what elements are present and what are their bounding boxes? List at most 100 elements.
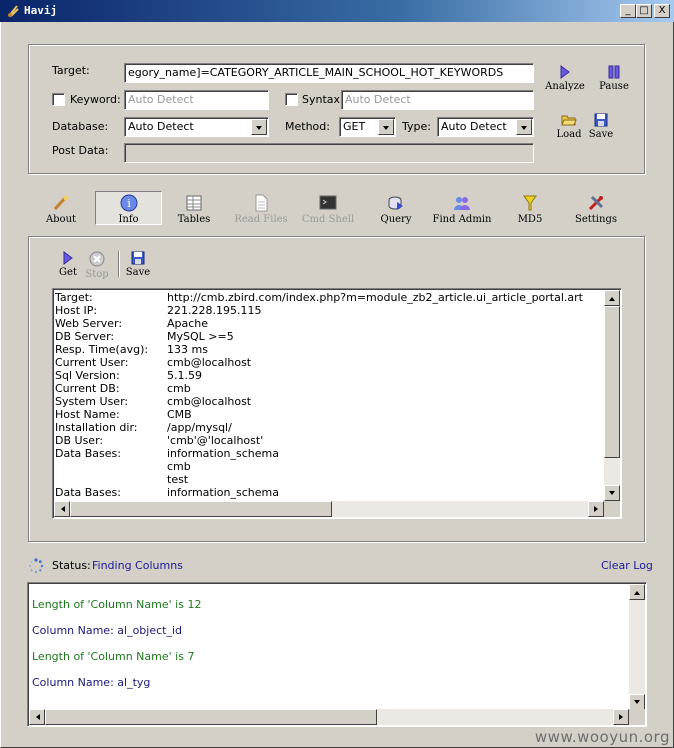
info-key: Data Bases: (55, 486, 121, 499)
analyze-button[interactable]: Analyze (542, 65, 588, 92)
scroll-corner (604, 501, 620, 517)
target-label: Target: (52, 64, 90, 77)
users-icon (454, 197, 470, 210)
scroll-down-icon[interactable] (629, 694, 645, 710)
database-select[interactable]: Auto Detect (124, 117, 269, 137)
scroll-down-icon[interactable] (604, 485, 620, 501)
toolbar-info[interactable]: i Info (95, 191, 162, 225)
scroll-corner (629, 709, 645, 725)
load-button[interactable]: Load (552, 113, 586, 140)
chevron-down-icon[interactable] (251, 119, 267, 135)
info-vscrollbar[interactable] (604, 290, 620, 501)
info-panel: Get Stop Save Target: http://cmb.zbird.co… (28, 236, 645, 542)
info-key: Target: (55, 291, 93, 304)
save-label: Save (588, 129, 614, 140)
info-key: Current User: (55, 356, 129, 369)
method-select[interactable]: GET (339, 117, 396, 137)
query-icon (388, 196, 403, 210)
toolbar-settings[interactable]: Settings (569, 194, 623, 225)
close-button[interactable]: X (654, 4, 670, 18)
watermark: www.wooyun.org (534, 728, 670, 746)
info-listbox[interactable]: Target: http://cmb.zbird.com/index.php?m=… (52, 288, 622, 519)
keyword-input[interactable]: Auto Detect (124, 90, 269, 110)
table-icon (186, 195, 202, 211)
scroll-thumb[interactable] (45, 709, 377, 725)
toolbar-about[interactable]: About (42, 194, 80, 225)
toolbar-separator (118, 251, 119, 277)
info-icon: i (120, 194, 137, 212)
read-files-label: Read Files (234, 214, 288, 225)
syntax-input[interactable]: Auto Detect (341, 90, 534, 110)
toolbar-read-files[interactable]: Read Files (228, 194, 294, 225)
scroll-right-icon[interactable] (613, 709, 629, 725)
pause-label: Pause (599, 81, 629, 92)
info-key: Data Bases: (55, 447, 121, 460)
info-value: cmb (167, 460, 191, 473)
log-vscrollbar[interactable] (629, 584, 645, 710)
log-line: Length of 'Column Name' is 7 (32, 650, 195, 663)
clear-log-link[interactable]: Clear Log (601, 559, 653, 572)
title-bar: Havij _ □ X (0, 0, 674, 22)
info-value: information_schema (167, 486, 279, 499)
type-select[interactable]: Auto Detect (437, 117, 534, 137)
get-label: Get (59, 267, 77, 278)
window-title: Havij (24, 4, 58, 17)
hash-icon (523, 195, 537, 211)
stop-button[interactable]: Stop (82, 251, 112, 280)
folder-open-icon (561, 115, 577, 126)
method-value: GET (343, 120, 366, 133)
load-label: Load (556, 129, 582, 140)
status-value: Finding Columns (92, 559, 183, 572)
maximize-button[interactable]: □ (636, 4, 652, 18)
info-value: 5.1.59 (167, 369, 202, 382)
type-value: Auto Detect (441, 120, 507, 133)
about-label: About (45, 214, 77, 225)
info-value: Apache (167, 317, 209, 330)
info-key: Sql Version: (55, 369, 120, 382)
minimize-button[interactable]: _ (620, 4, 636, 18)
chevron-down-icon[interactable] (516, 119, 532, 135)
info-value: CMB (167, 408, 192, 421)
scroll-up-icon[interactable] (604, 290, 620, 306)
scroll-right-icon[interactable] (588, 501, 604, 517)
post-data-label: Post Data: (52, 144, 109, 157)
get-button[interactable]: Get (54, 251, 82, 278)
target-input[interactable]: egory_name]=CATEGORY_ARTICLE_MAIN_SCHOOL… (124, 63, 534, 83)
post-data-input[interactable] (124, 143, 534, 163)
chevron-down-icon[interactable] (378, 119, 394, 135)
info-hscrollbar[interactable] (54, 501, 604, 517)
info-value: cmb@localhost (167, 395, 252, 408)
toolbar-md5[interactable]: MD5 (515, 194, 545, 225)
scroll-thumb[interactable] (70, 501, 332, 517)
terminal-icon (319, 195, 337, 210)
toolbar-find-admin[interactable]: Find Admin (428, 194, 496, 225)
type-label: Type: (402, 120, 431, 133)
database-label: Database: (52, 120, 109, 133)
info-key: Host IP: (55, 304, 98, 317)
log-line: Column Name: al_object_id (32, 624, 183, 637)
info-save-button[interactable]: Save (123, 251, 153, 278)
save-button[interactable]: Save (584, 113, 618, 140)
info-value: cmb (167, 382, 191, 395)
scroll-left-icon[interactable] (29, 709, 45, 725)
floppy-disk-icon (594, 113, 608, 127)
toolbar-cmd-shell[interactable]: Cmd Shell (298, 194, 358, 225)
log-hscrollbar[interactable] (29, 709, 629, 725)
find-admin-label: Find Admin (432, 214, 492, 225)
info-key: Resp. Time(avg): (55, 343, 149, 356)
pause-button[interactable]: Pause (594, 65, 634, 92)
log-line: Length of 'Column Name' is 12 (32, 598, 202, 611)
target-panel: Target: egory_name]=CATEGORY_ARTICLE_MAI… (28, 44, 645, 174)
magic-wand-icon (53, 195, 69, 211)
scroll-up-icon[interactable] (629, 584, 645, 600)
log-listbox[interactable]: Length of 'Column Name' is 12 Column Name… (27, 582, 647, 727)
scroll-left-icon[interactable] (54, 501, 70, 517)
toolbar-query[interactable]: Query (377, 194, 415, 225)
info-key: DB Server: (55, 330, 115, 343)
scroll-thumb[interactable] (604, 306, 620, 458)
info-key: Current DB: (55, 382, 120, 395)
keyword-checkbox[interactable] (52, 93, 65, 106)
info-save-label: Save (125, 267, 151, 278)
toolbar-tables[interactable]: Tables (173, 194, 215, 225)
syntax-checkbox[interactable] (285, 93, 298, 106)
